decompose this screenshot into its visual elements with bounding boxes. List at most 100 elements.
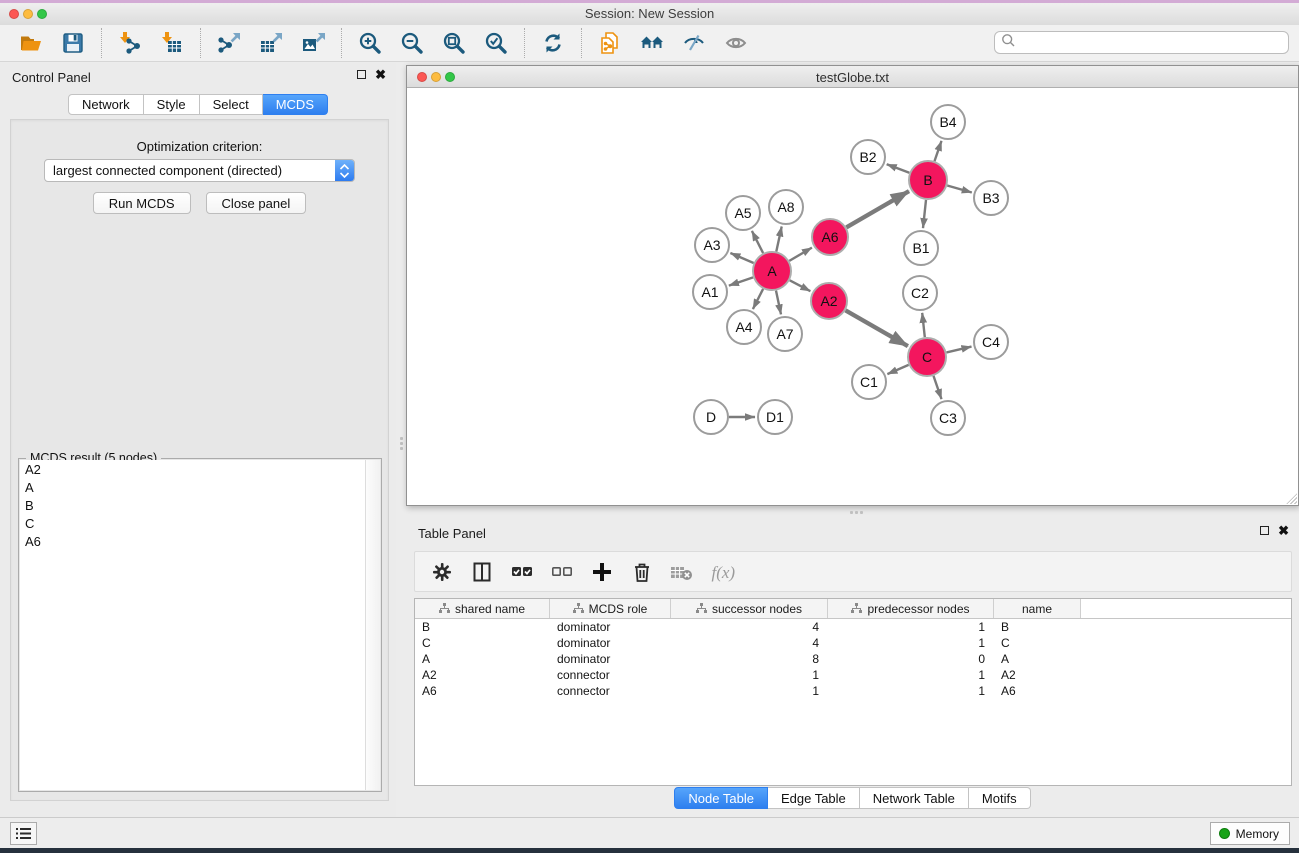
node-C1[interactable]: C1 bbox=[852, 365, 886, 399]
mcds-result-item[interactable]: A6 bbox=[20, 532, 380, 550]
column-header-predecessor-nodes[interactable]: predecessor nodes bbox=[828, 599, 994, 618]
cell-predecessor-nodes[interactable]: 0 bbox=[828, 652, 994, 666]
edge-A-A5[interactable] bbox=[752, 231, 763, 253]
edge-B-B1[interactable] bbox=[923, 200, 926, 228]
tab-network[interactable]: Network bbox=[68, 94, 144, 115]
edge-B-B3[interactable] bbox=[947, 186, 972, 193]
cell-successor-nodes[interactable]: 1 bbox=[671, 684, 828, 698]
cell-shared-name[interactable]: A6 bbox=[415, 684, 550, 698]
zoom-selected-button[interactable] bbox=[475, 27, 517, 59]
cell-name[interactable]: A bbox=[994, 652, 1081, 666]
table-settings-button[interactable] bbox=[428, 558, 455, 586]
export-image-button[interactable] bbox=[292, 27, 334, 59]
node-B1[interactable]: B1 bbox=[904, 231, 938, 265]
home-button[interactable] bbox=[631, 27, 673, 59]
node-C4[interactable]: C4 bbox=[974, 325, 1008, 359]
zoom-out-button[interactable] bbox=[391, 27, 433, 59]
column-header-name[interactable]: name bbox=[994, 599, 1081, 618]
save-session-button[interactable] bbox=[52, 27, 94, 59]
network-window-titlebar[interactable]: testGlobe.txt bbox=[407, 66, 1298, 88]
node-A7[interactable]: A7 bbox=[768, 317, 802, 351]
cell-name[interactable]: C bbox=[994, 636, 1081, 650]
edge-B-B2[interactable] bbox=[887, 164, 910, 173]
cell-MCDS-role[interactable]: dominator bbox=[550, 652, 671, 666]
cell-MCDS-role[interactable]: dominator bbox=[550, 620, 671, 634]
cell-MCDS-role[interactable]: connector bbox=[550, 684, 671, 698]
node-B3[interactable]: B3 bbox=[974, 181, 1008, 215]
deselect-all-checks-button[interactable] bbox=[548, 558, 575, 586]
edge-B-B4[interactable] bbox=[935, 141, 942, 161]
cell-successor-nodes[interactable]: 4 bbox=[671, 620, 828, 634]
memory-button[interactable]: Memory bbox=[1210, 822, 1290, 845]
column-header-successor-nodes[interactable]: successor nodes bbox=[671, 599, 828, 618]
edge-A2-C[interactable] bbox=[846, 310, 908, 346]
node-A6[interactable]: A6 bbox=[812, 219, 848, 255]
node-D[interactable]: D bbox=[694, 400, 728, 434]
tab-motifs[interactable]: Motifs bbox=[969, 787, 1031, 809]
mcds-list-scrollbar[interactable] bbox=[365, 460, 380, 790]
node-A8[interactable]: A8 bbox=[769, 190, 803, 224]
search-field[interactable] bbox=[994, 31, 1289, 54]
cell-shared-name[interactable]: A2 bbox=[415, 668, 550, 682]
network-graph[interactable]: AA1A3A5A8A4A7A6A2BB2B4B3B1CC2C4C1C3DD1 bbox=[407, 88, 1298, 505]
export-table-button[interactable] bbox=[250, 27, 292, 59]
cell-name[interactable]: B bbox=[994, 620, 1081, 634]
tab-node-table[interactable]: Node Table bbox=[674, 787, 768, 809]
window-resize-grip[interactable] bbox=[1284, 491, 1297, 504]
table-row[interactable]: Adominator80A bbox=[415, 651, 1291, 667]
edge-A-A8[interactable] bbox=[776, 227, 781, 252]
node-B[interactable]: B bbox=[909, 161, 947, 199]
tab-style[interactable]: Style bbox=[144, 94, 200, 115]
hide-eye-button[interactable] bbox=[673, 27, 715, 59]
delete-table-button[interactable] bbox=[668, 558, 695, 586]
zoom-fit-button[interactable] bbox=[433, 27, 475, 59]
column-header-MCDS-role[interactable]: MCDS role bbox=[550, 599, 671, 618]
show-eye-button[interactable] bbox=[715, 27, 757, 59]
edge-C-C4[interactable] bbox=[947, 347, 972, 353]
cell-predecessor-nodes[interactable]: 1 bbox=[828, 636, 994, 650]
close-panel-icon[interactable]: ✖ bbox=[375, 69, 386, 80]
table-row[interactable]: Bdominator41B bbox=[415, 619, 1291, 635]
toggle-columns-button[interactable] bbox=[468, 558, 495, 586]
run-mcds-button[interactable]: Run MCDS bbox=[93, 192, 191, 214]
clone-network-button[interactable] bbox=[589, 27, 631, 59]
cell-name[interactable]: A6 bbox=[994, 684, 1081, 698]
export-network-button[interactable] bbox=[208, 27, 250, 59]
edge-A-A4[interactable] bbox=[753, 289, 763, 309]
vertical-splitter-handle[interactable] bbox=[397, 430, 405, 456]
task-history-button[interactable] bbox=[10, 822, 37, 845]
float-table-panel-icon[interactable] bbox=[1260, 526, 1269, 535]
node-A4[interactable]: A4 bbox=[727, 310, 761, 344]
cell-predecessor-nodes[interactable]: 1 bbox=[828, 668, 994, 682]
cell-successor-nodes[interactable]: 4 bbox=[671, 636, 828, 650]
edge-C-C2[interactable] bbox=[922, 313, 925, 337]
cell-MCDS-role[interactable]: connector bbox=[550, 668, 671, 682]
node-D1[interactable]: D1 bbox=[758, 400, 792, 434]
import-network-button[interactable] bbox=[109, 27, 151, 59]
cell-MCDS-role[interactable]: dominator bbox=[550, 636, 671, 650]
open-file-button[interactable] bbox=[10, 27, 52, 59]
table-row[interactable]: A6connector11A6 bbox=[415, 683, 1291, 699]
edge-A-A6[interactable] bbox=[789, 248, 812, 261]
mcds-result-item[interactable]: A bbox=[20, 478, 380, 496]
horizontal-splitter-handle[interactable] bbox=[843, 508, 869, 516]
tab-mcds[interactable]: MCDS bbox=[263, 94, 328, 115]
cell-shared-name[interactable]: C bbox=[415, 636, 550, 650]
close-panel-button[interactable]: Close panel bbox=[206, 192, 307, 214]
cell-successor-nodes[interactable]: 8 bbox=[671, 652, 828, 666]
node-B2[interactable]: B2 bbox=[851, 140, 885, 174]
node-A2[interactable]: A2 bbox=[811, 283, 847, 319]
edge-C-C1[interactable] bbox=[887, 365, 908, 374]
tab-edge-table[interactable]: Edge Table bbox=[768, 787, 860, 809]
node-A1[interactable]: A1 bbox=[693, 275, 727, 309]
node-A5[interactable]: A5 bbox=[726, 196, 760, 230]
table-row[interactable]: Cdominator41C bbox=[415, 635, 1291, 651]
table-row[interactable]: A2connector11A2 bbox=[415, 667, 1291, 683]
tab-select[interactable]: Select bbox=[200, 94, 263, 115]
node-table[interactable]: shared nameMCDS rolesuccessor nodesprede… bbox=[414, 598, 1292, 786]
cell-shared-name[interactable]: B bbox=[415, 620, 550, 634]
edge-A-A7[interactable] bbox=[776, 291, 781, 315]
cell-successor-nodes[interactable]: 1 bbox=[671, 668, 828, 682]
network-canvas[interactable]: AA1A3A5A8A4A7A6A2BB2B4B3B1CC2C4C1C3DD1 bbox=[407, 88, 1298, 505]
node-C[interactable]: C bbox=[908, 338, 946, 376]
